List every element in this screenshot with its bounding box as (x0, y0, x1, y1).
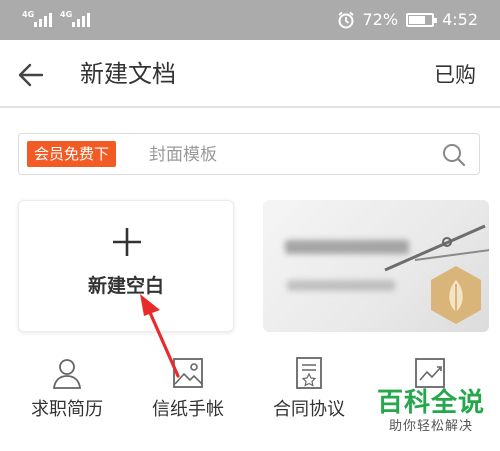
battery-percent: 72% (362, 10, 399, 29)
back-arrow-icon[interactable] (16, 60, 46, 90)
purchased-button[interactable]: 已购 (434, 60, 476, 90)
chart-icon (415, 358, 445, 388)
plus-icon (113, 228, 141, 256)
watermark: 百科全说 助你轻松解决 (372, 388, 490, 436)
leaf-badge-icon (431, 266, 481, 324)
watermark-title: 百科全说 (376, 388, 485, 418)
search-icon[interactable] (441, 142, 467, 168)
new-blank-label: 新建空白 (87, 275, 164, 297)
signal-icon: 4G (60, 11, 98, 27)
battery-icon (406, 13, 438, 27)
annotation-arrow-icon (140, 294, 180, 378)
person-icon (52, 359, 82, 389)
status-bar: 4G 4G 72% 4:52 (0, 0, 500, 40)
search-placeholder[interactable]: 封面模板 (149, 143, 217, 167)
search-bar[interactable]: 会员免费下 封面模板 (18, 133, 480, 175)
page-title: 新建文档 (80, 60, 176, 88)
clock: 4:52 (442, 10, 478, 29)
alarm-icon (337, 11, 354, 29)
watermark-subtitle: 助你轻松解决 (388, 419, 473, 434)
template-preview-card[interactable] (263, 200, 489, 332)
vip-free-tag[interactable]: 会员免费下 (27, 141, 117, 167)
signal-icon: 4G (22, 11, 60, 27)
blurred-subtitle (287, 280, 395, 291)
document-icon (296, 357, 322, 389)
new-blank-card[interactable]: 新建空白 (18, 200, 234, 332)
app-header: 新建文档 已购 (0, 40, 500, 108)
category-contract[interactable]: 合同协议 (259, 356, 359, 422)
category-resume[interactable]: 求职简历 (17, 356, 117, 422)
